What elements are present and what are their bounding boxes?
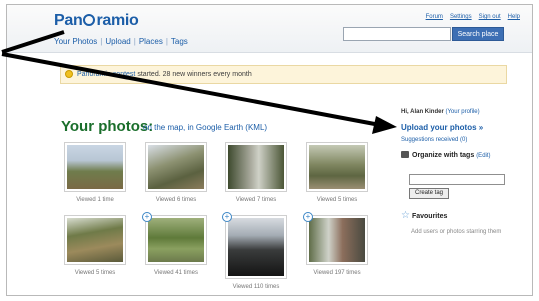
photo-card[interactable]: Viewed 7 times: [223, 142, 289, 203]
photo-thumbnail[interactable]: +: [142, 212, 207, 265]
star-icon: ☆: [401, 210, 410, 221]
suggestions-link[interactable]: Suggestions received (0): [401, 137, 531, 143]
add-icon[interactable]: +: [303, 212, 313, 222]
photo-thumbnail[interactable]: [64, 142, 126, 192]
page-title: Your photos:: [61, 118, 154, 135]
view-count: Viewed 41 times: [154, 270, 198, 276]
nav-tags[interactable]: Tags: [171, 37, 188, 46]
photo-card[interactable]: Viewed 5 times: [304, 142, 370, 203]
view-count: Viewed 5 times: [74, 270, 116, 276]
profile-link[interactable]: (Your profile): [445, 109, 479, 115]
tag-input[interactable]: [409, 174, 505, 185]
user-name: Hi, Alan Kinder: [401, 109, 444, 115]
photos-subtitle: on the map, in Google Earth (KML): [143, 123, 267, 132]
search-place-button[interactable]: Search place: [452, 27, 504, 41]
site-header: Pan ramio Your Photos | Upload | Places | Tags …: [7, 5, 532, 53]
top-links: Forum Settings Sign out Help: [419, 14, 520, 20]
photo-thumbnail[interactable]: [225, 142, 287, 192]
search-input[interactable]: [343, 27, 451, 41]
create-tag-button[interactable]: Create tag: [409, 188, 449, 199]
logo-text-end: ramio: [96, 12, 139, 29]
settings-link[interactable]: Settings: [450, 14, 472, 20]
help-link[interactable]: Help: [508, 14, 520, 20]
logo-text-start: Pan: [54, 12, 83, 29]
main-nav: Your Photos | Upload | Places | Tags: [54, 37, 188, 46]
google-earth-link[interactable]: in Google Earth (KML): [187, 123, 267, 132]
add-icon[interactable]: +: [142, 212, 152, 222]
view-count: Viewed 197 times: [313, 270, 361, 276]
photo-card[interactable]: Viewed 6 times: [143, 142, 209, 203]
view-count: Viewed 110 times: [232, 284, 280, 290]
photo-thumbnail[interactable]: +: [222, 212, 287, 279]
greeting: Hi, Alan Kinder (Your profile): [401, 109, 531, 115]
photo-thumbnail[interactable]: [64, 215, 126, 265]
photo-card[interactable]: + Viewed 41 times: [142, 212, 209, 276]
lightbulb-icon: [65, 70, 73, 78]
logo-ring-icon: [83, 14, 96, 26]
photo-thumbnail[interactable]: [145, 142, 207, 192]
tag-box-icon: [401, 151, 409, 158]
view-count: Viewed 1 time: [76, 197, 114, 203]
contest-notice: Panoramio contest started. 28 new winner…: [60, 65, 507, 84]
organize-tags-heading: Organize with tags (Edit): [401, 151, 531, 159]
nav-places[interactable]: Places: [139, 37, 163, 46]
view-count: Viewed 5 times: [316, 197, 358, 203]
sidebar: Hi, Alan Kinder (Your profile) Upload yo…: [401, 109, 531, 236]
photo-thumbnail[interactable]: +: [303, 212, 368, 265]
contest-link[interactable]: Panoramio contest: [77, 71, 135, 78]
photo-card[interactable]: Viewed 5 times: [62, 215, 128, 276]
panoramio-logo[interactable]: Pan ramio: [54, 12, 139, 30]
photo-thumbnail[interactable]: [306, 142, 368, 192]
browser-frame: Pan ramio Your Photos | Upload | Places | Tags …: [6, 4, 533, 296]
edit-tags-link[interactable]: (Edit): [476, 153, 490, 159]
nav-your-photos[interactable]: Your Photos: [54, 37, 97, 46]
photo-card[interactable]: + Viewed 197 times: [303, 212, 370, 276]
photo-card[interactable]: + Viewed 110 times: [222, 212, 289, 290]
notice-text: started. 28 new winners every month: [135, 71, 252, 78]
favourites-heading: ☆ Favourites: [401, 210, 531, 221]
on-the-map-link[interactable]: on the map,: [143, 123, 185, 132]
view-count: Viewed 7 times: [235, 197, 277, 203]
sign-out-link[interactable]: Sign out: [479, 14, 501, 20]
view-count: Viewed 6 times: [155, 197, 197, 203]
nav-upload[interactable]: Upload: [105, 37, 130, 46]
photo-card[interactable]: Viewed 1 time: [62, 142, 128, 203]
upload-photos-link[interactable]: Upload your photos »: [401, 123, 531, 132]
favourites-note: Add users or photos starring them: [411, 229, 502, 235]
add-icon[interactable]: +: [222, 212, 232, 222]
organize-label: Organize with tags: [412, 152, 475, 159]
forum-link[interactable]: Forum: [426, 14, 443, 20]
favourites-label: Favourites: [411, 213, 448, 220]
